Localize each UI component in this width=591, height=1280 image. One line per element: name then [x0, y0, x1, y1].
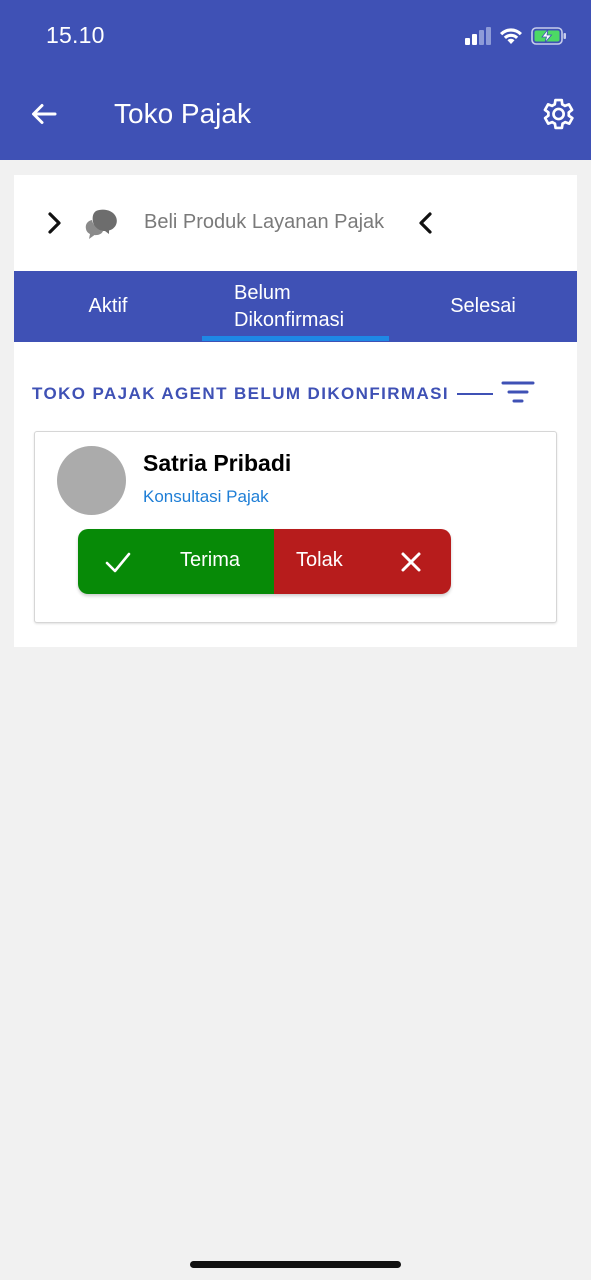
section-nav: Beli Produk Layanan Pajak — [14, 175, 577, 271]
previous-section-button[interactable] — [412, 209, 438, 237]
active-tab-indicator — [202, 336, 389, 341]
close-icon — [401, 552, 421, 572]
list-header: TOKO PAJAK AGENT BELUM DIKONFIRMASI — [32, 382, 494, 406]
tab-aktif-label: Aktif — [88, 295, 128, 317]
agent-service: Konsultasi Pajak — [143, 487, 269, 506]
battery-charging-icon — [531, 27, 566, 45]
status-tabs: Aktif Belum Dikonfirmasi Selesai — [14, 271, 577, 342]
reject-label: Tolak — [296, 549, 343, 571]
next-section-button[interactable] — [42, 209, 68, 237]
chevron-left-icon — [419, 212, 432, 234]
tab-belum-dikonfirmasi[interactable]: Belum Dikonfirmasi — [202, 271, 389, 342]
filter-button[interactable] — [500, 377, 536, 407]
agent-name: Satria Pribadi — [143, 450, 292, 476]
settings-button[interactable] — [536, 93, 578, 135]
tab-belum-label-line2: Dikonfirmasi — [234, 308, 345, 331]
tab-selesai[interactable]: Selesai — [389, 271, 577, 342]
status-icons — [465, 24, 567, 48]
list-title-divider — [457, 393, 494, 395]
wifi-icon — [500, 28, 522, 44]
reject-button[interactable]: Tolak — [274, 529, 451, 594]
list-title: TOKO PAJAK AGENT BELUM DIKONFIRMASI — [32, 384, 450, 403]
home-indicator[interactable] — [190, 1261, 401, 1268]
gear-icon — [543, 98, 574, 130]
agent-card: Satria Pribadi Konsultasi Pajak Terima T… — [34, 431, 557, 623]
accept-label: Terima — [180, 549, 241, 571]
section-label: Beli Produk Layanan Pajak — [144, 211, 385, 233]
signal-icon — [465, 27, 491, 45]
confirmation-actions: Terima Tolak — [78, 529, 451, 594]
content-panel: Beli Produk Layanan Pajak Aktif Belum Di… — [14, 175, 577, 647]
chat-bubbles-icon — [85, 209, 117, 239]
chevron-right-icon — [48, 212, 61, 234]
tab-selesai-label: Selesai — [450, 295, 516, 317]
arrow-left-icon — [32, 104, 57, 124]
page-title: Toko Pajak — [114, 98, 251, 129]
check-icon — [105, 552, 131, 573]
filter-icon — [501, 381, 535, 403]
status-time: 15.10 — [46, 22, 105, 48]
avatar — [57, 446, 126, 515]
app-header: 15.10 Toko Pajak — [0, 0, 591, 160]
tab-belum-label-line1: Belum — [234, 281, 291, 304]
accept-button[interactable]: Terima — [78, 529, 274, 594]
tab-aktif[interactable]: Aktif — [14, 271, 202, 342]
back-button[interactable] — [26, 96, 62, 132]
